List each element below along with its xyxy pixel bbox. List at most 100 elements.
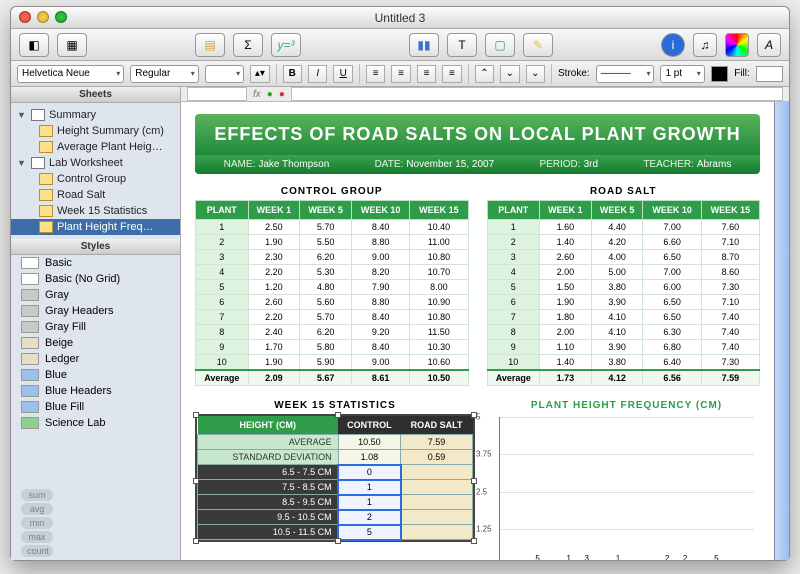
function-sum[interactable]: sum [21, 489, 53, 501]
fill-color-well[interactable] [756, 66, 783, 82]
cell[interactable]: 0.59 [401, 450, 473, 465]
cell[interactable]: 4.80 [300, 280, 352, 295]
minimize-icon[interactable] [37, 11, 49, 23]
cell[interactable] [401, 525, 473, 540]
table-row[interactable]: 71.804.106.507.40 [487, 310, 760, 325]
cell[interactable]: 7.59 [401, 435, 473, 450]
cell[interactable]: 5.90 [300, 355, 352, 371]
cell[interactable]: 9.00 [351, 355, 409, 371]
stroke-color-well[interactable] [711, 66, 729, 82]
table-control-group[interactable]: CONTROL GROUP PLANTWEEK 1WEEK 5WEEK 10WE… [195, 186, 469, 386]
cell[interactable]: 10.40 [410, 220, 468, 235]
table-row[interactable]: 32.306.209.0010.80 [196, 250, 469, 265]
textbox-button[interactable]: T [447, 33, 477, 57]
cell[interactable]: 10.80 [410, 250, 468, 265]
formula-button[interactable]: y=³ [271, 33, 301, 57]
cell[interactable]: 7.10 [701, 295, 759, 310]
cell[interactable]: 3.90 [591, 295, 643, 310]
valign-top-button[interactable]: ⌃ [475, 65, 494, 83]
cell[interactable]: 2.30 [248, 250, 300, 265]
comment-button[interactable]: ✎ [523, 33, 553, 57]
table-row[interactable]: 9.5 - 10.5 CM2 [198, 510, 473, 525]
table-row[interactable]: 12.505.708.4010.40 [196, 220, 469, 235]
cell[interactable]: 7.00 [643, 220, 701, 235]
cell[interactable]: 1.90 [248, 355, 300, 371]
cell[interactable]: 5.60 [300, 295, 352, 310]
cell[interactable]: 2 [487, 235, 540, 250]
cell[interactable] [401, 465, 473, 480]
cell[interactable]: 1.90 [540, 295, 592, 310]
table-item[interactable]: Height Summary (cm) [11, 123, 180, 139]
cell[interactable]: 2.20 [248, 310, 300, 325]
cell[interactable]: 10.80 [410, 310, 468, 325]
cell[interactable]: 1.40 [540, 355, 592, 371]
cell[interactable]: 1.10 [540, 340, 592, 355]
average-row[interactable]: Average1.734.126.567.59 [487, 370, 760, 386]
cell[interactable]: 3.80 [591, 280, 643, 295]
cell[interactable]: 9.20 [351, 325, 409, 340]
table-row[interactable]: 62.605.608.8010.90 [196, 295, 469, 310]
cell[interactable]: 2.40 [248, 325, 300, 340]
fx-cancel-icon[interactable]: ● [279, 89, 285, 100]
function-min[interactable]: min [21, 517, 53, 529]
disclosure-icon[interactable]: ▼ [17, 110, 27, 120]
cell[interactable]: 2.00 [540, 265, 592, 280]
disclosure-icon[interactable]: ▼ [17, 158, 27, 168]
zoom-icon[interactable] [55, 11, 67, 23]
font-weight-select[interactable]: Regular [130, 65, 198, 83]
sheet-item[interactable]: ▼Lab Worksheet [11, 155, 180, 171]
style-item[interactable]: Gray Headers [11, 303, 180, 319]
cell[interactable]: 4 [196, 265, 249, 280]
cell[interactable]: 5.00 [591, 265, 643, 280]
align-left-button[interactable]: ≡ [366, 65, 385, 83]
cell[interactable]: 6 [487, 295, 540, 310]
style-item[interactable]: Blue Headers [11, 383, 180, 399]
cell[interactable] [401, 480, 473, 495]
cell[interactable]: 3 [196, 250, 249, 265]
cell[interactable]: 5.80 [300, 340, 352, 355]
cell[interactable]: 1.70 [248, 340, 300, 355]
table-row[interactable]: 8.5 - 9.5 CM1 [198, 495, 473, 510]
formula-field[interactable] [291, 87, 783, 101]
cell[interactable]: 6.20 [300, 250, 352, 265]
table-row[interactable]: 6.5 - 7.5 CM0 [198, 465, 473, 480]
table-row[interactable]: 101.905.909.0010.60 [196, 355, 469, 371]
cell[interactable]: 4.10 [591, 310, 643, 325]
cell[interactable]: 2.60 [540, 250, 592, 265]
table-item[interactable]: Plant Height Freq… [11, 219, 180, 235]
font-family-select[interactable]: Helvetica Neue [17, 65, 124, 83]
table-row[interactable]: 21.404.206.607.10 [487, 235, 760, 250]
style-item[interactable]: Gray Fill [11, 319, 180, 335]
functions-button[interactable]: Σ [233, 33, 263, 57]
cell[interactable]: 10.50 [338, 435, 400, 450]
valign-mid-button[interactable]: ⌄ [500, 65, 519, 83]
cell[interactable]: 2.20 [248, 265, 300, 280]
cell[interactable]: 10 [487, 355, 540, 371]
cell[interactable]: 4.20 [591, 235, 643, 250]
cell[interactable]: 11.00 [410, 235, 468, 250]
cell[interactable]: 10.30 [410, 340, 468, 355]
font-size-select[interactable] [205, 65, 244, 83]
cell[interactable]: 4.10 [591, 325, 643, 340]
cell[interactable]: 7.00 [643, 265, 701, 280]
cell[interactable]: 3.80 [591, 355, 643, 371]
valign-bot-button[interactable]: ⌄ [526, 65, 545, 83]
cell[interactable]: 7.40 [701, 310, 759, 325]
cell-reference-field[interactable] [187, 87, 247, 101]
cell[interactable]: 7 [487, 310, 540, 325]
vertical-scrollbar[interactable] [774, 102, 789, 560]
cell[interactable]: 6.50 [643, 310, 701, 325]
function-max[interactable]: max [21, 531, 53, 543]
cell[interactable]: 7.40 [701, 325, 759, 340]
table-row[interactable]: 61.903.906.507.10 [487, 295, 760, 310]
cell[interactable]: 5.70 [300, 220, 352, 235]
cell[interactable]: 2 [338, 510, 400, 525]
tables-button[interactable]: ▤ [195, 33, 225, 57]
style-item[interactable]: Basic [11, 255, 180, 271]
fx-accept-icon[interactable]: ● [267, 89, 273, 100]
cell[interactable]: 5.30 [300, 265, 352, 280]
table-row[interactable]: 91.103.906.807.40 [487, 340, 760, 355]
table-row[interactable]: STANDARD DEVIATION1.080.59 [198, 450, 473, 465]
cell[interactable]: 10.70 [410, 265, 468, 280]
cell[interactable]: 0 [338, 465, 400, 480]
